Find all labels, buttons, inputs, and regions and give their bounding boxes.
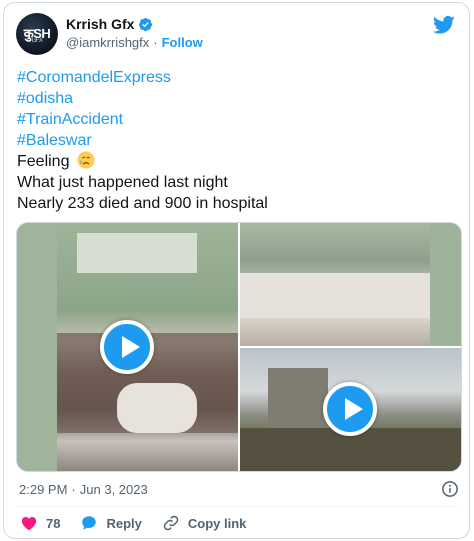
floor-shape xyxy=(240,273,430,318)
link-icon xyxy=(163,515,179,531)
like-count: 78 xyxy=(46,515,61,531)
hashtag-link[interactable]: #CoromandelExpress xyxy=(17,67,457,88)
image-thumbnail-top-right[interactable] xyxy=(240,223,461,346)
name-row: Krrish Gfx xyxy=(66,16,153,32)
verified-badge-icon xyxy=(139,17,153,31)
follow-button[interactable]: Follow xyxy=(162,35,203,50)
tweet-line-feeling: Feeling xyxy=(17,151,457,172)
play-button-icon[interactable] xyxy=(323,382,377,436)
copy-link-label: Copy link xyxy=(187,515,247,531)
reply-button[interactable]: Reply xyxy=(80,514,142,532)
feeling-text: Feeling xyxy=(17,153,70,170)
reply-bubble-icon xyxy=(82,516,97,530)
video-thumbnail-bottom-right[interactable] xyxy=(240,348,461,471)
hashtag-link[interactable]: #odisha xyxy=(17,88,457,109)
video-thumbnail-left[interactable] xyxy=(17,223,238,471)
tweet-timestamp[interactable]: 2:29 PM · Jun 3, 2023 xyxy=(19,482,148,497)
window-shape xyxy=(77,233,197,273)
crying-face-emoji-icon xyxy=(77,151,95,169)
tweet-date: Jun 3, 2023 xyxy=(79,482,148,497)
tweet-card: कुSH GFX Krrish Gfx @iamkrrishgfx · Foll… xyxy=(3,2,470,539)
sheet-shape xyxy=(117,383,197,433)
hashtag-link[interactable]: #Baleswar xyxy=(17,130,457,151)
tweet-time: 2:29 PM xyxy=(19,482,68,497)
separator-dot: · xyxy=(153,35,158,50)
play-button-icon[interactable] xyxy=(100,320,154,374)
tweet-text: #CoromandelExpress #odisha #TrainAcciden… xyxy=(17,67,457,214)
info-icon[interactable] xyxy=(441,480,459,498)
avatar-logo-subtext: GFX xyxy=(31,38,43,44)
user-handle[interactable]: @iamkrrishgfx xyxy=(66,35,149,50)
media-grid xyxy=(16,222,462,472)
twitter-bird-icon[interactable] xyxy=(433,15,455,35)
wall-shape xyxy=(430,223,461,346)
avatar[interactable]: कुSH GFX xyxy=(16,13,58,55)
action-bar: 78 Reply Copy link xyxy=(20,514,266,532)
hashtag-link[interactable]: #TrainAccident xyxy=(17,109,457,130)
tweet-header: कुSH GFX Krrish Gfx @iamkrrishgfx · Foll… xyxy=(16,13,459,57)
tweet-line: What just happened last night xyxy=(17,174,228,191)
copy-link-button[interactable]: Copy link xyxy=(162,514,247,532)
reply-label: Reply xyxy=(106,515,142,531)
wall-shape xyxy=(17,223,57,471)
handle-row: @iamkrrishgfx · Follow xyxy=(66,35,203,50)
display-name[interactable]: Krrish Gfx xyxy=(66,16,134,32)
tweet-line: Nearly 233 died and 900 in hospital xyxy=(17,195,268,212)
divider xyxy=(16,506,457,507)
like-button[interactable]: 78 xyxy=(20,514,60,532)
separator-dot: · xyxy=(71,482,76,497)
heart-icon xyxy=(21,517,37,531)
